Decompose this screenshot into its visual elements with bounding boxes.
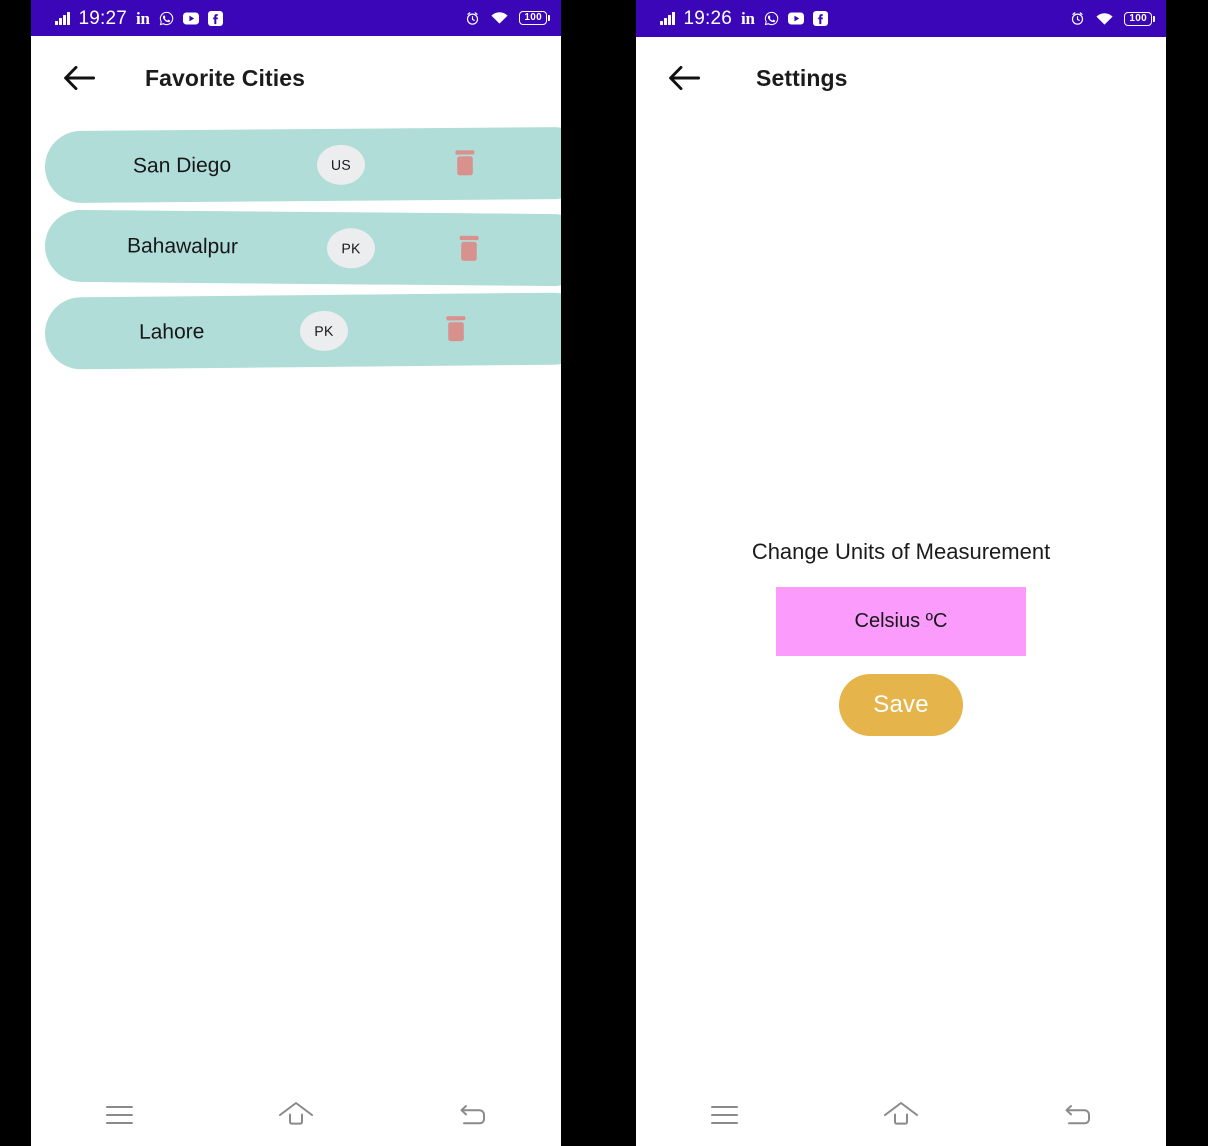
status-bar: 19:27 in 100 bbox=[31, 0, 561, 36]
recents-menu-icon[interactable] bbox=[83, 1092, 155, 1138]
units-section-label: Change Units of Measurement bbox=[751, 539, 1051, 564]
status-bar: 19:26 in 100 bbox=[636, 0, 1166, 37]
status-bar-left-group: 19:27 in bbox=[55, 9, 223, 28]
unit-select-dropdown[interactable]: Celsius ºC bbox=[776, 587, 1026, 656]
back-nav-icon[interactable] bbox=[1042, 1092, 1114, 1138]
list-item[interactable]: Bahawalpur PK bbox=[44, 209, 561, 287]
youtube-icon bbox=[787, 12, 804, 25]
status-bar-left-group: 19:26 in bbox=[660, 9, 828, 28]
status-bar-clock: 19:27 bbox=[78, 7, 128, 29]
youtube-icon bbox=[182, 12, 199, 25]
list-item[interactable]: Lahore PK bbox=[44, 292, 561, 370]
country-code-badge: PK bbox=[326, 228, 376, 269]
page-title: Settings bbox=[756, 64, 848, 91]
alarm-clock-icon bbox=[1070, 11, 1085, 26]
battery-indicator: 100 bbox=[1124, 11, 1152, 26]
home-icon[interactable] bbox=[865, 1092, 937, 1138]
app-bar: Settings bbox=[636, 37, 1166, 119]
alarm-clock-icon bbox=[465, 11, 480, 26]
page-title: Favorite Cities bbox=[145, 64, 305, 91]
facebook-icon bbox=[207, 10, 223, 26]
android-navigation-bar bbox=[31, 1084, 561, 1146]
linkedin-icon: in bbox=[741, 9, 755, 28]
app-bar: Favorite Cities bbox=[31, 36, 561, 120]
trash-icon[interactable] bbox=[436, 307, 476, 351]
country-code-badge: US bbox=[316, 144, 366, 186]
whatsapp-icon bbox=[764, 11, 779, 26]
city-name: San Diego bbox=[132, 153, 232, 178]
screenshot-stage: 19:27 in 100 Favorite Cities San Diego U… bbox=[0, 0, 1208, 1146]
phone-screen-settings: 19:26 in 100 Settings Change Units of Me… bbox=[636, 0, 1166, 1146]
android-navigation-bar bbox=[636, 1084, 1166, 1146]
whatsapp-icon bbox=[159, 11, 174, 26]
city-name: Lahore bbox=[138, 320, 205, 344]
wifi-icon bbox=[1096, 12, 1113, 26]
trash-icon[interactable] bbox=[445, 142, 485, 186]
phone-screen-favorite-cities: 19:27 in 100 Favorite Cities San Diego U… bbox=[31, 0, 561, 1146]
status-bar-right-group: 100 bbox=[1070, 11, 1152, 26]
linkedin-icon: in bbox=[136, 8, 150, 28]
back-arrow-icon[interactable] bbox=[59, 57, 101, 99]
list-item[interactable]: San Diego US bbox=[44, 126, 561, 204]
favorite-cities-list: San Diego US Bahawalpur PK Lahore PK bbox=[31, 120, 561, 370]
facebook-icon bbox=[812, 11, 828, 26]
signal-bars-icon bbox=[55, 11, 70, 25]
status-bar-clock: 19:26 bbox=[683, 8, 733, 29]
status-bar-right-group: 100 bbox=[465, 11, 547, 26]
back-nav-icon[interactable] bbox=[437, 1092, 509, 1138]
home-icon[interactable] bbox=[260, 1092, 332, 1138]
signal-bars-icon bbox=[660, 12, 675, 25]
trash-icon[interactable] bbox=[449, 227, 489, 271]
battery-indicator: 100 bbox=[519, 11, 547, 25]
save-button[interactable]: Save bbox=[839, 674, 963, 736]
back-arrow-icon[interactable] bbox=[664, 57, 706, 99]
wifi-icon bbox=[491, 11, 508, 25]
country-code-badge: PK bbox=[299, 310, 349, 352]
settings-content: Change Units of Measurement Celsius ºC S… bbox=[636, 119, 1166, 1146]
city-name: Bahawalpur bbox=[126, 234, 239, 259]
recents-menu-icon[interactable] bbox=[688, 1092, 760, 1138]
